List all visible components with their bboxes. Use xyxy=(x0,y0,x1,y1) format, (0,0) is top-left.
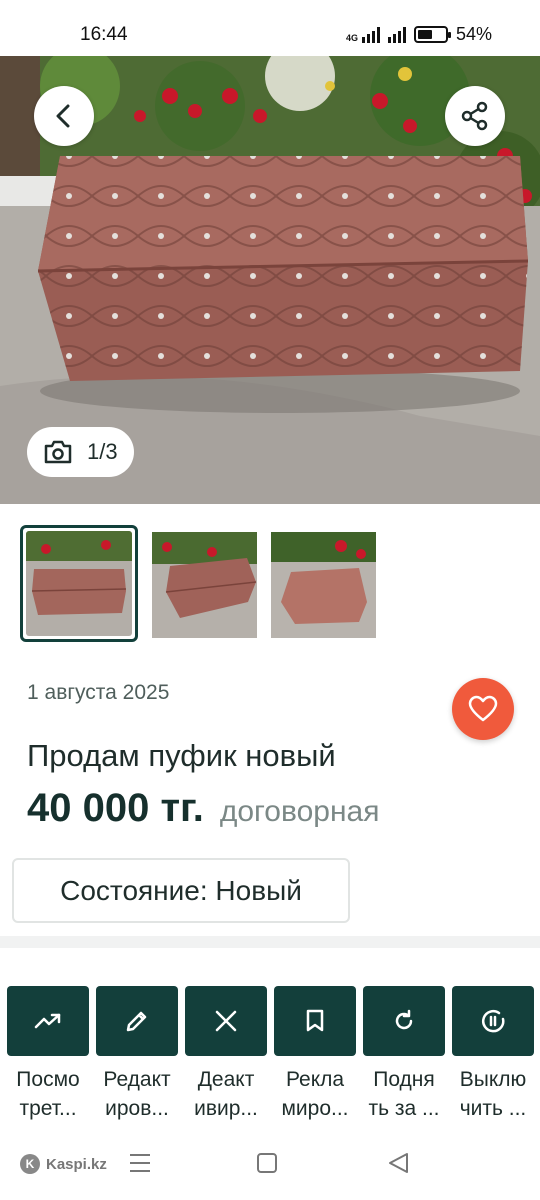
thumbnail-strip xyxy=(20,525,376,642)
kaspi-brand-text: Kaspi.kz xyxy=(46,1155,107,1173)
views-button[interactable] xyxy=(7,986,89,1056)
battery-icon xyxy=(413,26,451,43)
action-raise[interactable]: Подня ть за ... xyxy=(363,986,445,1123)
cellular-signal-icon: 4G xyxy=(345,26,380,43)
disable-button[interactable] xyxy=(452,986,534,1056)
pencil-icon xyxy=(126,1011,147,1032)
favorite-button[interactable] xyxy=(452,678,514,740)
condition-badge: Состояние: Новый xyxy=(12,858,350,923)
edit-button[interactable] xyxy=(96,986,178,1056)
back-button[interactable] xyxy=(34,86,94,146)
camera-icon xyxy=(44,440,72,464)
trending-up-icon xyxy=(34,1013,61,1029)
photo-counter-text: 1/3 xyxy=(87,439,118,464)
bookmark-icon xyxy=(306,1009,324,1032)
system-nav-bar: K Kaspi.kz xyxy=(0,1138,540,1200)
close-icon xyxy=(215,1010,237,1032)
network-type: 4G xyxy=(345,32,358,43)
share-icon xyxy=(461,101,488,131)
refresh-icon xyxy=(395,1009,413,1030)
status-bar: 16:44 4G 54% xyxy=(0,0,540,56)
chevron-left-icon xyxy=(56,104,70,128)
action-deactivate[interactable]: Деакт ивир... xyxy=(185,986,267,1123)
action-label: Деакт ивир... xyxy=(194,1068,258,1120)
kaspi-brand: K Kaspi.kz xyxy=(20,1154,107,1174)
action-label: Посмо трет... xyxy=(16,1068,80,1120)
action-label: Выклю чить ... xyxy=(459,1068,527,1120)
thumbnail-1[interactable] xyxy=(20,525,138,642)
deactivate-button[interactable] xyxy=(185,986,267,1056)
heart-icon xyxy=(468,695,498,722)
action-edit[interactable]: Редакт иров... xyxy=(96,986,178,1123)
action-views[interactable]: Посмо трет... xyxy=(7,986,89,1123)
advertise-button[interactable] xyxy=(274,986,356,1056)
photo-counter: 1/3 xyxy=(27,427,134,477)
owner-actions: Посмо трет... Редакт иров... Деакт ивир.… xyxy=(7,986,534,1123)
thumbnail-image xyxy=(26,531,132,636)
home-icon[interactable] xyxy=(257,1153,277,1173)
status-indicators: 4G 54% xyxy=(346,24,492,45)
section-divider xyxy=(0,936,540,948)
kaspi-logo-icon: K xyxy=(20,1154,40,1174)
product-photo[interactable]: 1/3 xyxy=(0,56,540,504)
thumbnail-3[interactable] xyxy=(271,532,376,638)
share-button[interactable] xyxy=(445,86,505,146)
power-pause-icon xyxy=(482,1009,505,1033)
battery-percent: 54% xyxy=(455,24,492,44)
action-disable[interactable]: Выклю чить ... xyxy=(452,986,534,1123)
action-label: Рекла миро... xyxy=(281,1068,349,1120)
thumbnail-2[interactable] xyxy=(152,532,257,638)
recent-apps-icon[interactable] xyxy=(128,1152,152,1174)
action-advertise[interactable]: Рекла миро... xyxy=(274,986,356,1123)
cellular-signal-2-icon xyxy=(387,26,406,43)
price-negotiable: договорная xyxy=(219,795,380,828)
raise-button[interactable] xyxy=(363,986,445,1056)
action-label: Подня ть за ... xyxy=(368,1068,440,1120)
back-nav-icon[interactable] xyxy=(387,1152,409,1174)
battery-level xyxy=(417,30,432,39)
action-label: Редакт иров... xyxy=(103,1068,171,1120)
listing-title: Продам пуфик новый xyxy=(27,738,336,773)
price-row: 40 000 тг. договорная xyxy=(27,786,379,831)
listing-date: 1 августа 2025 xyxy=(27,681,170,704)
status-time: 16:44 xyxy=(80,24,128,45)
thumbnail-image xyxy=(271,532,376,638)
listing-price: 40 000 тг. xyxy=(27,786,204,830)
thumbnail-image xyxy=(152,532,257,638)
